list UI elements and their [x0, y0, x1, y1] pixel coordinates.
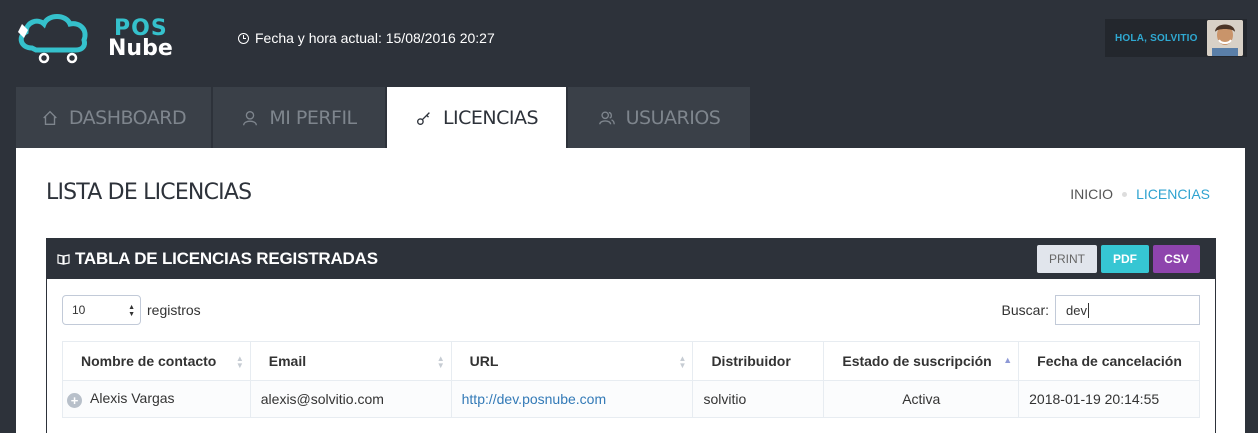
tab-dashboard[interactable]: DASHBOARD: [16, 87, 211, 148]
cloud-cart-icon: [18, 14, 88, 64]
book-icon: [57, 254, 70, 265]
column-header-nombre[interactable]: Nombre de contacto ▲ ▼: [62, 341, 251, 381]
portlet-header: TABLA DE LICENCIAS REGISTRADAS PRINT PDF…: [47, 239, 1215, 279]
column-header-url[interactable]: URL ▲ ▼: [450, 341, 694, 381]
search-input[interactable]: dev: [1055, 295, 1200, 325]
sort-icon: ▲ ▼: [436, 354, 445, 370]
portlet-title: TABLA DE LICENCIAS REGISTRADAS: [75, 249, 378, 268]
cell-distribuidor: solvitio: [692, 380, 825, 418]
table-header-row: Nombre de contacto ▲ ▼ Email ▲ ▼ URL ▲ ▼ Distr…: [62, 341, 1200, 381]
home-icon: [43, 110, 57, 125]
sort-asc-icon: ▲: [1003, 355, 1013, 365]
page-title: LISTA DE LICENCIAS: [46, 180, 252, 205]
search-label: Buscar:: [1001, 302, 1049, 318]
user-menu[interactable]: HOLA, SOLVITIO: [1105, 19, 1247, 57]
datetime-label: Fecha y hora actual: 15/08/2016 20:27: [255, 30, 495, 46]
cell-url: http://dev.posnube.com: [450, 380, 694, 418]
tab-label: MI PERFIL: [269, 106, 357, 129]
tab-label: DASHBOARD: [68, 106, 187, 129]
search-value: dev: [1066, 302, 1087, 318]
cell-email: alexis@solvitio.com: [249, 380, 452, 418]
breadcrumb-inicio[interactable]: INICIO: [1070, 186, 1113, 202]
key-icon: [416, 111, 430, 125]
main-nav-tabs: DASHBOARD MI PERFIL LICENCIAS USUARIOS: [16, 87, 752, 148]
sort-icon: ▲ ▼: [678, 354, 687, 370]
page-length-control: 10 ▲ ▼ registros: [62, 295, 201, 325]
licenses-portlet: TABLA DE LICENCIAS REGISTRADAS PRINT PDF…: [46, 238, 1216, 433]
cell-fecha: 2018-01-19 20:14:55: [1018, 380, 1200, 418]
url-link[interactable]: http://dev.posnube.com: [462, 391, 607, 407]
tab-label: USUARIOS: [625, 106, 721, 129]
breadcrumb-licencias[interactable]: LICENCIAS: [1136, 186, 1210, 202]
main-panel: LISTA DE LICENCIAS INICIO LICENCIAS TABL…: [16, 148, 1245, 433]
text-caret: [1087, 302, 1089, 318]
column-header-fecha[interactable]: Fecha de cancelación: [1018, 341, 1200, 381]
tab-usuarios[interactable]: USUARIOS: [568, 87, 750, 148]
page-length-value: 10: [72, 303, 86, 317]
column-header-distribuidor[interactable]: Distribuidor: [692, 341, 825, 381]
avatar-image: [1207, 20, 1243, 56]
avatar[interactable]: [1207, 20, 1243, 56]
table-row[interactable]: + Alexis Vargas alexis@solvitio.com http:…: [62, 380, 1200, 418]
sort-icon: ▲ ▼: [235, 354, 244, 370]
export-actions: PRINT PDF CSV: [1037, 245, 1200, 273]
users-icon: [598, 110, 615, 124]
column-header-email[interactable]: Email ▲ ▼: [249, 341, 452, 381]
page-length-suffix: registros: [147, 302, 201, 318]
tab-mi-perfil[interactable]: MI PERFIL: [213, 87, 385, 148]
pdf-button[interactable]: PDF: [1101, 245, 1149, 273]
breadcrumb-separator: [1122, 191, 1128, 197]
breadcrumb: INICIO LICENCIAS: [1070, 186, 1210, 202]
app-logo[interactable]: POS Nube: [14, 8, 174, 68]
search-control: Buscar: dev: [1002, 295, 1200, 325]
current-datetime: Fecha y hora actual: 15/08/2016 20:27: [238, 30, 495, 46]
column-header-estado[interactable]: Estado de suscripción ▲: [823, 341, 1020, 381]
licenses-table: Nombre de contacto ▲ ▼ Email ▲ ▼ URL ▲ ▼ Distr…: [62, 341, 1200, 418]
user-greeting: HOLA, SOLVITIO: [1115, 32, 1198, 44]
clock-icon: [238, 32, 249, 44]
tab-licencias[interactable]: LICENCIAS: [387, 87, 566, 148]
user-icon: [243, 110, 258, 125]
logo-nube-text: Nube: [108, 36, 173, 61]
csv-button[interactable]: CSV: [1153, 245, 1200, 273]
expand-row-icon[interactable]: +: [67, 393, 82, 408]
cell-nombre: + Alexis Vargas: [62, 380, 251, 418]
cell-estado: Activa: [823, 380, 1020, 418]
print-button[interactable]: PRINT: [1037, 245, 1097, 273]
select-arrows-icon: ▲ ▼: [128, 304, 135, 318]
tab-label: LICENCIAS: [442, 106, 539, 129]
page-length-select[interactable]: 10 ▲ ▼: [62, 295, 141, 325]
